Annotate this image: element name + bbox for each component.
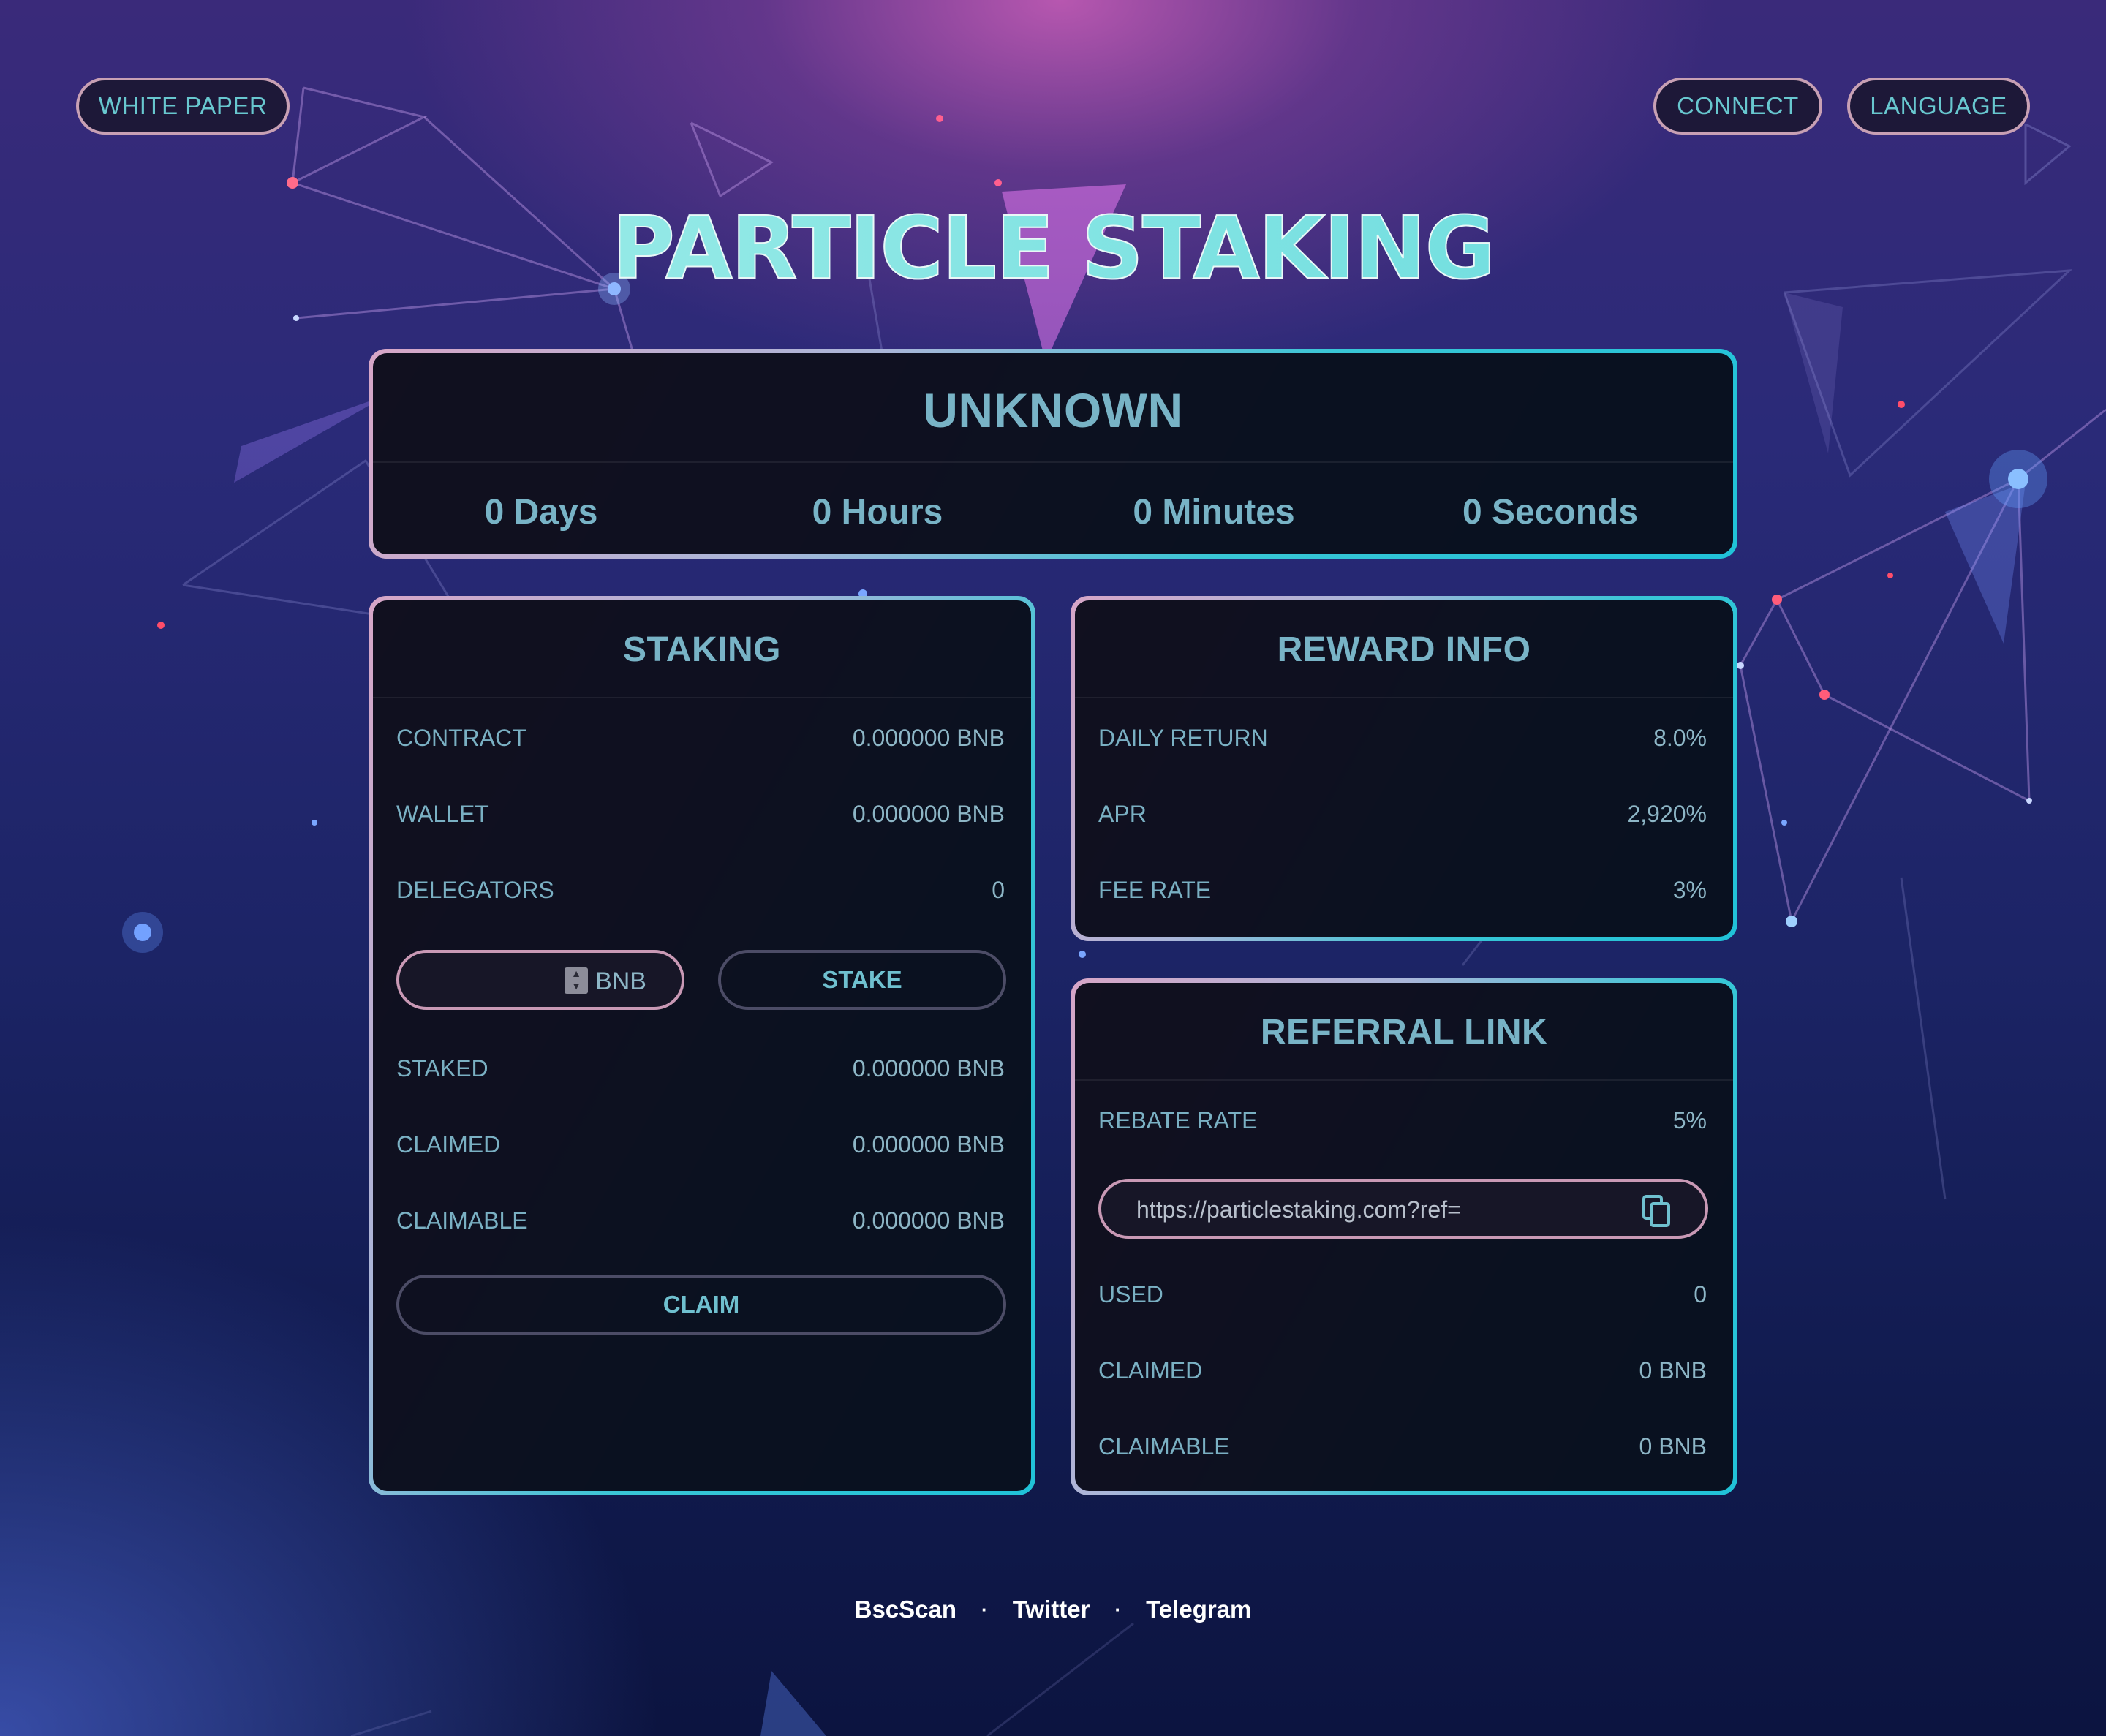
apr-row: APR 2,920% bbox=[1075, 801, 1733, 828]
bscscan-link[interactable]: BscScan bbox=[855, 1596, 956, 1623]
divider bbox=[373, 461, 1733, 463]
used-value: 0 bbox=[1694, 1281, 1707, 1307]
copy-icon[interactable] bbox=[1641, 1193, 1673, 1229]
staked-row: STAKED 0.000000 BNB bbox=[373, 1055, 1031, 1082]
twitter-link[interactable]: Twitter bbox=[1013, 1596, 1090, 1623]
referral-link-title: REFERRAL LINK bbox=[1260, 1013, 1548, 1052]
staking-title: STAKING bbox=[623, 630, 781, 669]
staked-value: 0.000000 BNB bbox=[852, 1055, 1005, 1082]
number-spinner-icon[interactable]: ▲ ▼ bbox=[565, 967, 588, 994]
claimed-row: CLAIMED 0.000000 BNB bbox=[373, 1131, 1031, 1158]
stake-amount-input[interactable]: ▲ ▼ BNB bbox=[396, 950, 684, 1010]
used-row: USED 0 bbox=[1075, 1281, 1733, 1308]
connect-button[interactable]: CONNECT bbox=[1653, 78, 1822, 135]
staking-card: STAKING CONTRACT 0.000000 BNB WALLET 0.0… bbox=[369, 596, 1035, 1495]
claim-button[interactable]: CLAIM bbox=[396, 1275, 1006, 1335]
contract-value: 0.000000 BNB bbox=[852, 725, 1005, 751]
referral-claimable-row: CLAIMABLE 0 BNB bbox=[1075, 1433, 1733, 1460]
claimable-row: CLAIMABLE 0.000000 BNB bbox=[373, 1207, 1031, 1234]
rebate-rate-label: REBATE RATE bbox=[1098, 1107, 1258, 1133]
daily-return-label: DAILY RETURN bbox=[1098, 725, 1268, 751]
divider bbox=[373, 697, 1031, 698]
referral-claimed-value: 0 BNB bbox=[1639, 1357, 1707, 1384]
fee-rate-value: 3% bbox=[1672, 877, 1707, 903]
language-button[interactable]: LANGUAGE bbox=[1847, 78, 2030, 135]
apr-value: 2,920% bbox=[1627, 801, 1707, 827]
divider bbox=[1075, 697, 1733, 698]
countdown-card: UNKNOWN 0 Days 0 Hours 0 Minutes 0 Secon… bbox=[369, 349, 1737, 559]
delegators-row: DELEGATORS 0 bbox=[373, 877, 1031, 904]
claimable-label: CLAIMABLE bbox=[396, 1207, 528, 1234]
countdown-seconds: 0 Seconds bbox=[1462, 493, 1639, 532]
countdown-status: UNKNOWN bbox=[923, 383, 1183, 437]
fee-rate-row: FEE RATE 3% bbox=[1075, 877, 1733, 904]
referral-link-url: https://particlestaking.com?ref= bbox=[1136, 1196, 1461, 1223]
apr-label: APR bbox=[1098, 801, 1147, 827]
reward-info-card: REWARD INFO DAILY RETURN 8.0% APR 2,920%… bbox=[1071, 596, 1737, 941]
used-label: USED bbox=[1098, 1281, 1163, 1307]
countdown-days: 0 Days bbox=[484, 493, 598, 532]
countdown-hours: 0 Hours bbox=[812, 493, 943, 532]
rebate-rate-value: 5% bbox=[1672, 1107, 1707, 1133]
wallet-row: WALLET 0.000000 BNB bbox=[373, 801, 1031, 828]
wallet-value: 0.000000 BNB bbox=[852, 801, 1005, 827]
claimable-value: 0.000000 BNB bbox=[852, 1207, 1005, 1234]
reward-info-title: REWARD INFO bbox=[1277, 630, 1531, 669]
telegram-link[interactable]: Telegram bbox=[1146, 1596, 1251, 1623]
separator: · bbox=[1114, 1598, 1122, 1620]
contract-label: CONTRACT bbox=[396, 725, 526, 751]
input-unit-label: BNB bbox=[595, 967, 646, 995]
referral-claimed-label: CLAIMED bbox=[1098, 1357, 1203, 1384]
divider bbox=[1075, 1079, 1733, 1081]
white-paper-button[interactable]: WHITE PAPER bbox=[76, 78, 290, 135]
claimed-label: CLAIMED bbox=[396, 1131, 501, 1158]
claimed-value: 0.000000 BNB bbox=[852, 1131, 1005, 1158]
footer-links: BscScan · Twitter · Telegram bbox=[0, 1596, 2106, 1623]
delegators-value: 0 bbox=[992, 877, 1005, 903]
referral-claimed-row: CLAIMED 0 BNB bbox=[1075, 1357, 1733, 1384]
contract-row: CONTRACT 0.000000 BNB bbox=[373, 725, 1031, 752]
referral-link-card: REFERRAL LINK REBATE RATE 5% https://par… bbox=[1071, 978, 1737, 1495]
referral-claimable-value: 0 BNB bbox=[1639, 1433, 1707, 1460]
fee-rate-label: FEE RATE bbox=[1098, 877, 1212, 903]
staked-label: STAKED bbox=[396, 1055, 488, 1082]
wallet-label: WALLET bbox=[396, 801, 489, 827]
separator: · bbox=[981, 1598, 988, 1620]
delegators-label: DELEGATORS bbox=[396, 877, 554, 903]
referral-link-field[interactable]: https://particlestaking.com?ref= bbox=[1098, 1179, 1708, 1239]
daily-return-value: 8.0% bbox=[1653, 725, 1707, 751]
daily-return-row: DAILY RETURN 8.0% bbox=[1075, 725, 1733, 752]
countdown-minutes: 0 Minutes bbox=[1133, 493, 1295, 532]
rebate-rate-row: REBATE RATE 5% bbox=[1075, 1107, 1733, 1134]
stake-button[interactable]: STAKE bbox=[718, 950, 1006, 1010]
referral-claimable-label: CLAIMABLE bbox=[1098, 1433, 1230, 1460]
page-title: PARTICLE STAKING bbox=[0, 197, 2106, 299]
